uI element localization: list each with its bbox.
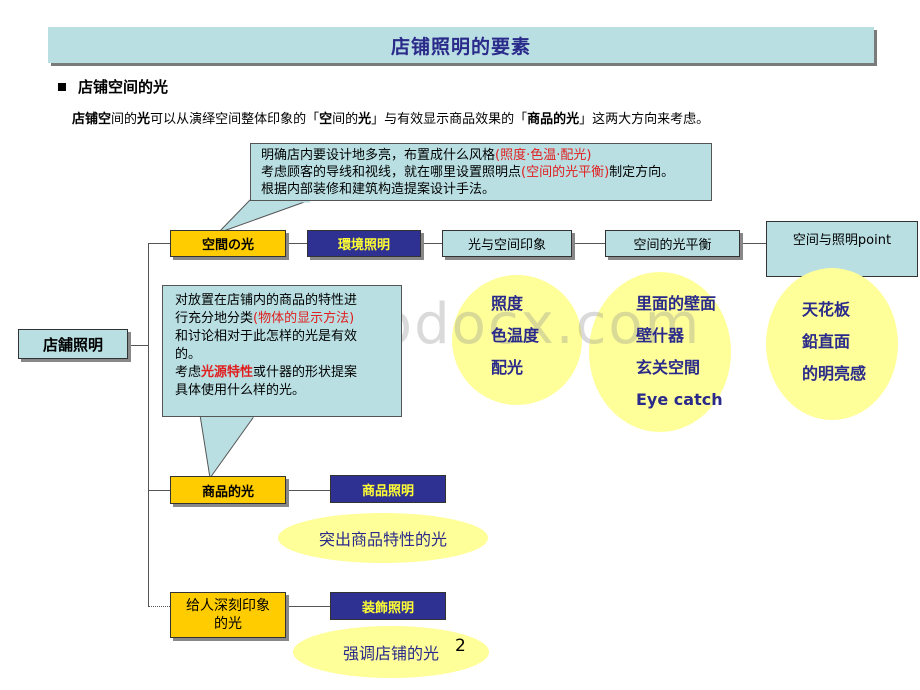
branch1-step3-label: 空间与照明point — [792, 233, 892, 248]
trunk-dotted-line — [148, 490, 149, 606]
b1-link-1 — [286, 243, 307, 244]
circle-item: 玄关空間 — [636, 358, 701, 377]
branch1-step1-node: 光与空间印象 — [442, 230, 572, 257]
intro-part: 商品的光 — [527, 112, 580, 127]
branch1-lighting-node: 環境照明 — [307, 230, 421, 257]
intro-part: 可以从演绎空间整体印象的「 — [150, 112, 320, 127]
b1-link-2 — [421, 243, 442, 244]
callout-mid-line: 具体使用什么样的光。 — [175, 383, 306, 398]
section-heading-text: 店铺空间的光 — [78, 78, 169, 96]
callout-top-line2: 考虑顾客的导线和视线，就在哪里设置照明点(空间的光平衡)制定方向。 — [261, 165, 675, 180]
callout-mid-line: 考虑光源特性或什器的形状提案 — [175, 365, 358, 380]
title-bar: 店铺照明的要素 — [48, 27, 874, 63]
b3-link — [286, 606, 330, 607]
branch2-label: 商品的光 — [201, 484, 254, 500]
intro-part: 间的 — [332, 112, 359, 127]
branch2-note: 突出商品特性的光 — [278, 513, 488, 563]
circle-item: 鉛直面 — [802, 332, 851, 351]
branch3-node: 给人深刻印象 的光 — [170, 592, 286, 638]
branch3-connector — [148, 606, 170, 607]
callout-mid-line: 行充分地分类(物体的显示方法) — [175, 311, 355, 326]
intro-part: 」与有效显示商品效果的「 — [371, 112, 528, 127]
branch1-node: 空間の光 — [170, 230, 286, 257]
branch3-lighting-node: 装飾照明 — [330, 592, 446, 620]
intro-text: 店铺空间的光可以从演绎空间整体印象的「空间的光」与有效显示商品效果的「商品的光」… — [72, 108, 709, 127]
intro-part: 光 — [137, 112, 151, 127]
callout-mid: 对放置在店铺内的商品的特性进 行充分地分类(物体的显示方法) 和讨论相对于此怎样… — [162, 285, 402, 417]
page-title: 店铺照明的要素 — [390, 35, 531, 58]
circle-1-text: 照度 色温度 配光 — [491, 288, 539, 384]
callout-top-line3: 根据内部装修和建筑构造提案设计手法。 — [261, 182, 496, 197]
square-bullet-icon — [58, 82, 66, 91]
circle-item: 配光 — [491, 358, 524, 377]
b1-link-4 — [740, 243, 766, 244]
branch2-node: 商品的光 — [170, 476, 286, 504]
branch3-label-line2: 的光 — [214, 616, 242, 632]
root-connector — [130, 345, 148, 346]
branch2-lighting-node: 商品照明 — [330, 475, 446, 503]
page-number: 2 — [455, 636, 466, 656]
circle-item: 壁什器 — [636, 326, 685, 345]
circle-2-text: 里面的壁面 壁什器 玄关空間 Eye catch — [636, 288, 723, 416]
circle-item: 色温度 — [491, 326, 540, 345]
callout-mid-line: 和讨论相对于此怎样的光是有效 — [175, 329, 358, 344]
intro-part: 店铺 — [72, 112, 99, 127]
callout-mid-pointer — [199, 414, 256, 480]
branch1-step1-label: 光与空间印象 — [467, 238, 546, 253]
section-heading: 店铺空间的光 — [58, 76, 168, 97]
branch3-note-text: 强调店铺的光 — [342, 644, 439, 663]
branch1-step2-label: 空间的光平衡 — [633, 238, 712, 253]
intro-part: 空 — [319, 112, 333, 127]
branch1-lighting-label: 環境照明 — [337, 238, 390, 253]
root-node: 店舗照明 — [18, 329, 128, 359]
circle-item: 里面的壁面 — [636, 294, 717, 313]
branch2-connector — [148, 490, 170, 491]
callout-top-line1: 明确店内要设计地多亮，布置成什么风格(照度·色温·配光) — [261, 148, 592, 163]
root-node-label: 店舗照明 — [42, 335, 103, 354]
b1-link-3 — [572, 243, 605, 244]
circle-item: Eye catch — [636, 390, 723, 409]
branch1-step2-node: 空间的光平衡 — [605, 230, 740, 257]
intro-part: 间的 — [111, 112, 138, 127]
circle-item: 照度 — [491, 294, 524, 313]
callout-top: 明确店内要设计地多亮，布置成什么风格(照度·色温·配光) 考虑顾客的导线和视线，… — [250, 143, 712, 201]
callout-mid-line: 的。 — [175, 347, 202, 362]
intro-part: 空 — [98, 112, 112, 127]
branch3-label-line1: 给人深刻印象 — [186, 598, 270, 614]
circle-item: 天花板 — [802, 300, 851, 319]
branch2-note-text: 突出商品特性的光 — [318, 530, 447, 549]
branch3-lighting-label: 装飾照明 — [361, 600, 414, 616]
intro-part: 光 — [358, 112, 372, 127]
intro-part: 」这两大方向来考虑。 — [579, 112, 710, 127]
b2-link — [286, 490, 330, 491]
branch2-lighting-label: 商品照明 — [361, 483, 414, 499]
callout-mid-line: 对放置在店铺内的商品的特性进 — [175, 293, 358, 308]
circle-item: 的明亮感 — [802, 364, 867, 383]
circle-3-text: 天花板 鉛直面 的明亮感 — [802, 294, 866, 390]
branch1-label: 空間の光 — [201, 238, 254, 253]
branch1-connector — [148, 243, 170, 244]
